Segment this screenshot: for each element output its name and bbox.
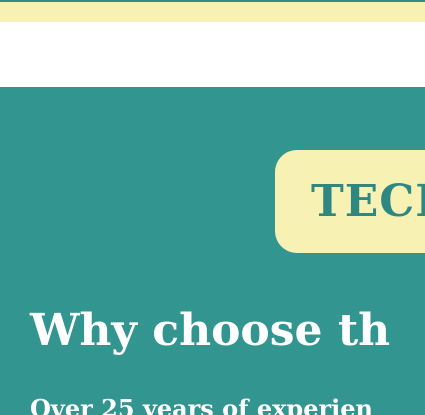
- top-accent-band: [0, 2, 425, 22]
- category-badge-label: TECH: [311, 176, 425, 227]
- hero-subheadline: Over 25 years of experien: [30, 394, 373, 415]
- header-bar: [0, 22, 425, 87]
- hero-section: TECH Why choose th Over 25 years of expe…: [0, 87, 425, 415]
- hero-headline: Why choose th: [30, 305, 391, 356]
- category-badge: TECH: [275, 150, 425, 253]
